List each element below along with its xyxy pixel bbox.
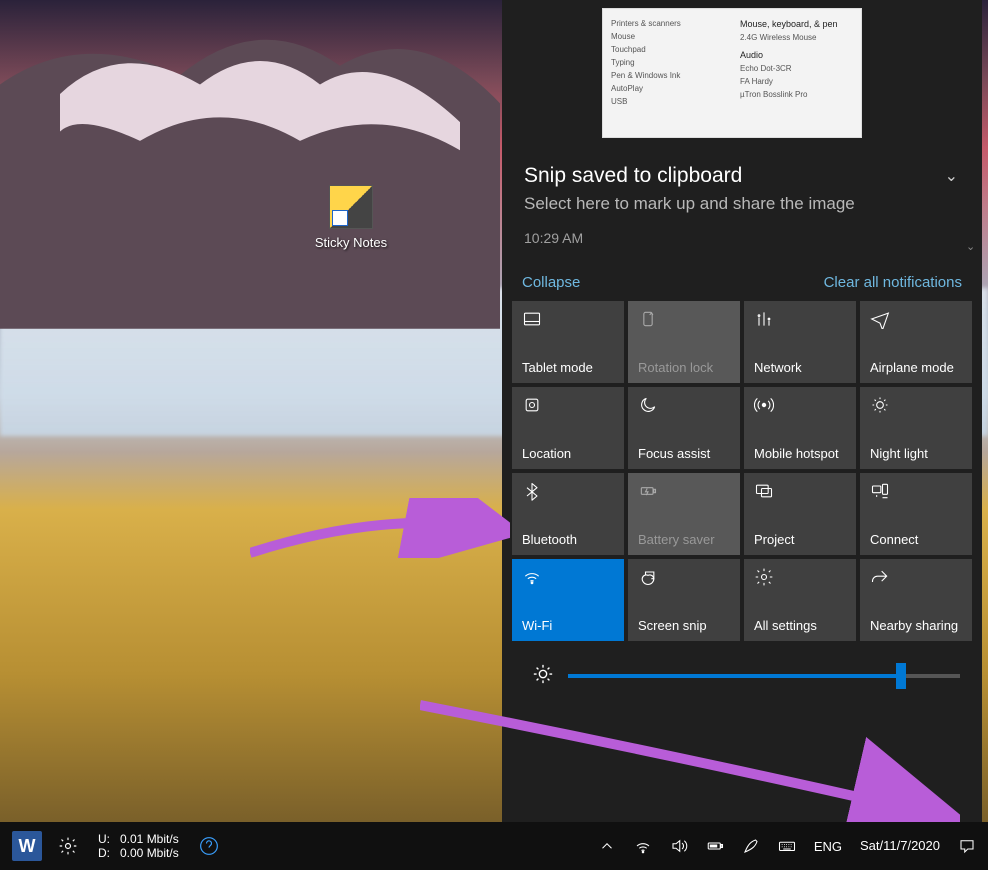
tile-nightlight[interactable]: Night light [860, 387, 972, 469]
tile-label: Project [754, 532, 846, 547]
tile-label: Location [522, 446, 614, 461]
tile-snip[interactable]: Screen snip [628, 559, 740, 641]
brightness-slider[interactable] [568, 674, 960, 678]
notification-time: 10:29 AM [524, 230, 962, 246]
tray-volume[interactable] [662, 822, 696, 870]
wifi-icon [522, 567, 542, 587]
sticky-notes-icon [329, 185, 373, 229]
tile-label: Focus assist [638, 446, 730, 461]
tile-label: Nearby sharing [870, 618, 962, 633]
tile-rotation[interactable]: Rotation lock [628, 301, 740, 383]
tray-pen[interactable] [734, 822, 768, 870]
desktop-icon-label: Sticky Notes [310, 235, 392, 250]
tile-label: Wi-Fi [522, 618, 614, 633]
tray-chevron-up[interactable] [590, 822, 624, 870]
notification-title: Snip saved to clipboard [524, 164, 962, 188]
brightness-icon [532, 663, 554, 690]
tile-label: Screen snip [638, 618, 730, 633]
chevron-up-icon [598, 837, 616, 855]
tile-share[interactable]: Nearby sharing [860, 559, 972, 641]
tile-settings[interactable]: All settings [744, 559, 856, 641]
tile-label: All settings [754, 618, 846, 633]
notification-card[interactable]: Snip saved to clipboard Select here to m… [502, 150, 982, 258]
connect-icon [870, 481, 890, 501]
tray-language[interactable]: ENG [806, 839, 850, 854]
share-icon [870, 567, 890, 587]
taskbar-help[interactable] [191, 822, 227, 870]
notification-body: Select here to mark up and share the ima… [524, 192, 962, 216]
tile-label: Airplane mode [870, 360, 962, 375]
quick-action-tiles: Tablet mode Rotation lock Network Airplane … [502, 301, 982, 641]
tile-tablet[interactable]: Tablet mode [512, 301, 624, 383]
action-center-icon [958, 837, 976, 855]
wifi-icon [634, 837, 652, 855]
tray-keyboard[interactable] [770, 822, 804, 870]
taskbar: W U:0.01 Mbit/s D:0.00 Mbit/s ENG Sat/11… [0, 822, 988, 870]
clear-notifications-link[interactable]: Clear all notifications [824, 274, 962, 291]
taskbar-settings[interactable] [50, 822, 86, 870]
tile-label: Tablet mode [522, 360, 614, 375]
keyboard-icon [778, 837, 796, 855]
battery-icon [706, 837, 724, 855]
moon-icon [638, 395, 658, 415]
tile-connect[interactable]: Connect [860, 473, 972, 555]
tile-location[interactable]: Location [512, 387, 624, 469]
tile-hotspot[interactable]: Mobile hotspot [744, 387, 856, 469]
tile-airplane[interactable]: Airplane mode [860, 301, 972, 383]
pen-icon [742, 837, 760, 855]
taskbar-app-word[interactable]: W [4, 822, 50, 870]
rotation-icon [638, 309, 658, 329]
tile-label: Bluetooth [522, 532, 614, 547]
hotspot-icon [754, 395, 774, 415]
tile-moon[interactable]: Focus assist [628, 387, 740, 469]
tile-network[interactable]: Network [744, 301, 856, 383]
settings-icon [754, 567, 774, 587]
chevron-down-icon[interactable]: ⌄ [945, 166, 958, 186]
bluetooth-icon [522, 481, 542, 501]
tile-label: Mobile hotspot [754, 446, 846, 461]
tray-wifi[interactable] [626, 822, 660, 870]
help-icon [199, 836, 219, 856]
nightlight-icon [870, 395, 890, 415]
tray-battery[interactable] [698, 822, 732, 870]
tile-bluetooth[interactable]: Bluetooth [512, 473, 624, 555]
collapse-link[interactable]: Collapse [522, 274, 580, 291]
tile-label: Connect [870, 532, 962, 547]
tile-wifi[interactable]: Wi-Fi [512, 559, 624, 641]
action-center-panel: Printers & scanners Mouse Touchpad Typin… [502, 0, 982, 822]
volume-icon [670, 837, 688, 855]
tile-label: Battery saver [638, 532, 730, 547]
tile-battery[interactable]: Battery saver [628, 473, 740, 555]
tile-project[interactable]: Project [744, 473, 856, 555]
tile-label: Night light [870, 446, 962, 461]
project-icon [754, 481, 774, 501]
snip-icon [638, 567, 658, 587]
gear-icon [58, 836, 78, 856]
network-icon [754, 309, 774, 329]
brightness-slider-row [502, 641, 982, 700]
notification-thumbnail[interactable]: Printers & scanners Mouse Touchpad Typin… [502, 0, 982, 150]
tray-action-center[interactable] [950, 822, 984, 870]
battery-icon [638, 481, 658, 501]
tray-clock[interactable]: Sat/11/7/2020 [852, 838, 948, 854]
scroll-down-icon[interactable]: ⌄ [966, 240, 980, 254]
location-icon [522, 395, 542, 415]
tile-label: Network [754, 360, 846, 375]
airplane-icon [870, 309, 890, 329]
tablet-icon [522, 309, 542, 329]
desktop-icon-sticky-notes[interactable]: Sticky Notes [310, 185, 392, 250]
system-tray: ENG Sat/11/7/2020 [590, 822, 984, 870]
word-icon: W [12, 831, 42, 861]
network-stats[interactable]: U:0.01 Mbit/s D:0.00 Mbit/s [86, 832, 191, 861]
tile-label: Rotation lock [638, 360, 730, 375]
